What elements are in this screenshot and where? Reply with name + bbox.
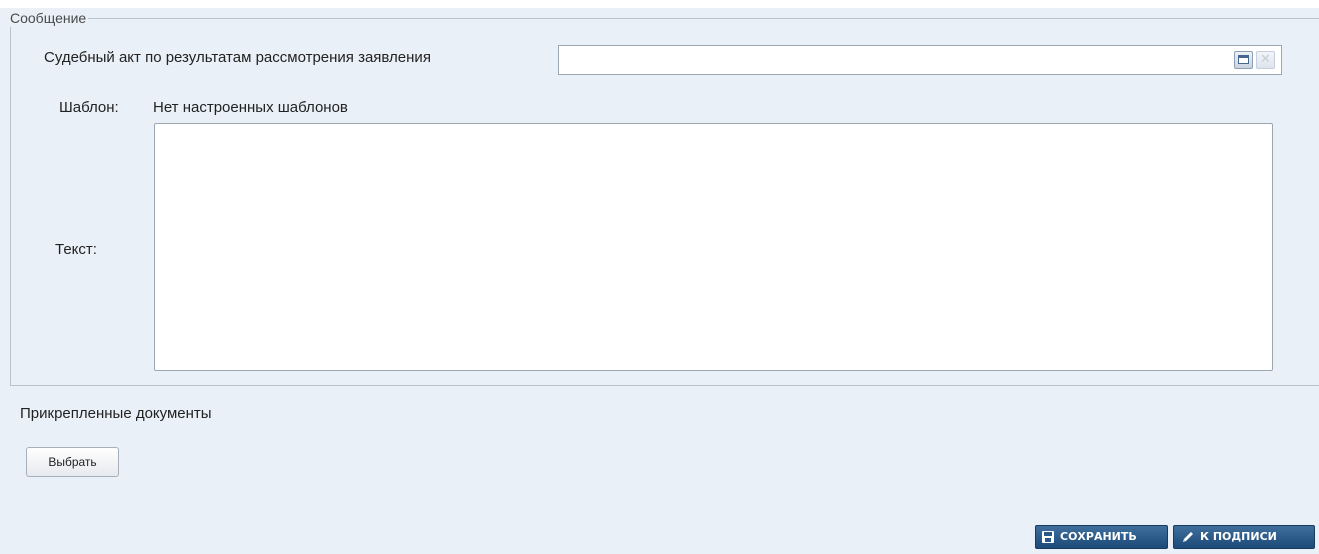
save-button-label: СОХРАНИТЬ: [1060, 530, 1137, 543]
template-label: Шаблон:: [59, 99, 119, 116]
floppy-disk-icon: [1042, 531, 1054, 543]
window-select-icon[interactable]: [1234, 51, 1253, 69]
template-value: Нет настроенных шаблонов: [153, 99, 348, 116]
to-sign-button[interactable]: К ПОДПИСИ: [1173, 525, 1315, 549]
clear-x-icon[interactable]: ✕: [1256, 51, 1275, 69]
attachments-title: Прикрепленные документы: [20, 405, 212, 422]
message-legend: Сообщение: [10, 9, 89, 27]
message-text-area[interactable]: [154, 123, 1273, 371]
court-act-label: Судебный акт по результатам рассмотрения…: [44, 49, 431, 66]
choose-button[interactable]: Выбрать: [26, 447, 119, 477]
to-sign-button-label: К ПОДПИСИ: [1200, 530, 1277, 543]
pen-icon: [1183, 532, 1193, 542]
save-button[interactable]: СОХРАНИТЬ: [1035, 525, 1168, 549]
text-label: Текст:: [55, 241, 97, 258]
court-act-input[interactable]: ✕: [558, 45, 1282, 75]
